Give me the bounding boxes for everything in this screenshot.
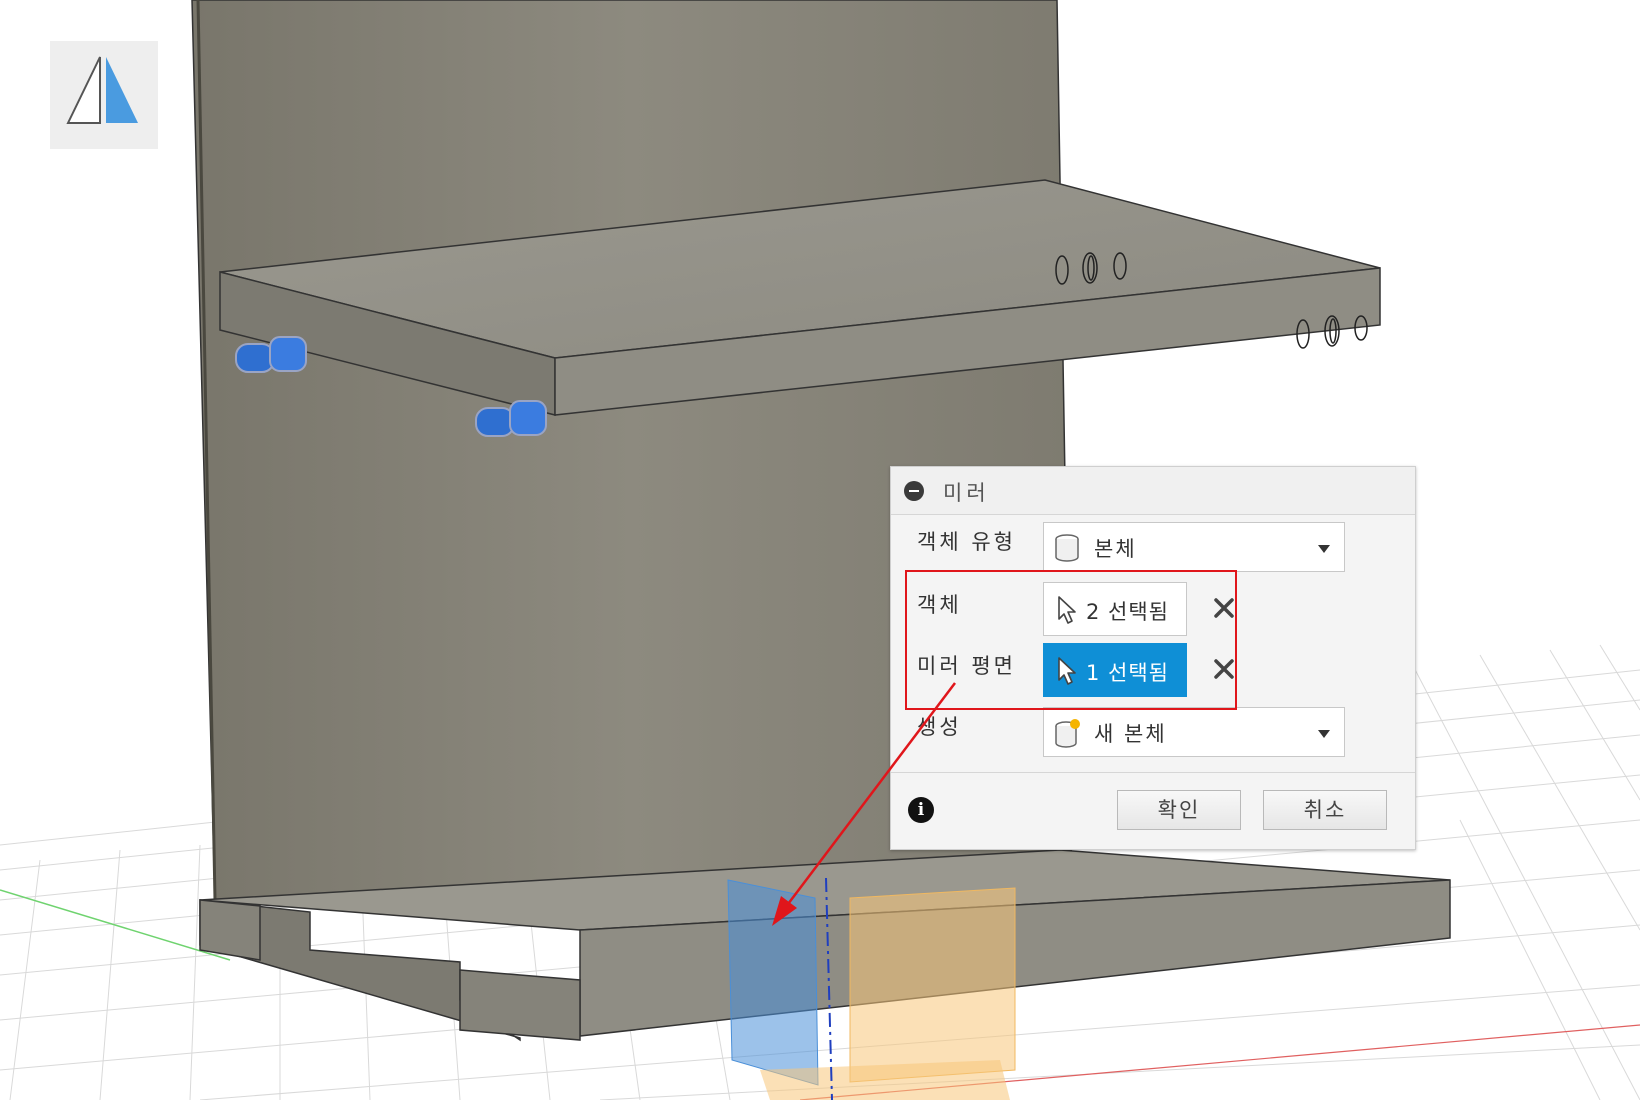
collapse-icon[interactable]	[904, 481, 924, 501]
chevron-down-icon	[1318, 730, 1330, 738]
dialog-title: 미러	[943, 481, 990, 505]
new-body-icon	[1055, 719, 1080, 748]
object-type-label: 객체 유형	[917, 530, 1016, 554]
operation-dropdown[interactable]: 새 본체	[1043, 707, 1345, 757]
mirror-plane-blue[interactable]	[727, 879, 819, 1086]
body-icon	[1055, 534, 1079, 562]
annotation-highlight-box	[905, 570, 1237, 710]
info-icon[interactable]: i	[908, 797, 934, 823]
dialog-header: 미러	[891, 467, 1415, 515]
object-type-dropdown[interactable]: 본체	[1043, 522, 1345, 572]
chevron-down-icon	[1318, 545, 1330, 553]
cancel-button[interactable]: 취소	[1263, 790, 1387, 830]
divider	[891, 772, 1415, 773]
x-axis-line	[0, 889, 231, 961]
ok-button[interactable]: 확인	[1117, 790, 1241, 830]
operation-value: 새 본체	[1094, 722, 1167, 746]
operation-label: 생성	[917, 715, 962, 739]
mirror-tool-icon[interactable]	[50, 41, 158, 149]
plane-orange[interactable]	[849, 887, 1016, 1083]
object-type-value: 본체	[1094, 537, 1137, 561]
